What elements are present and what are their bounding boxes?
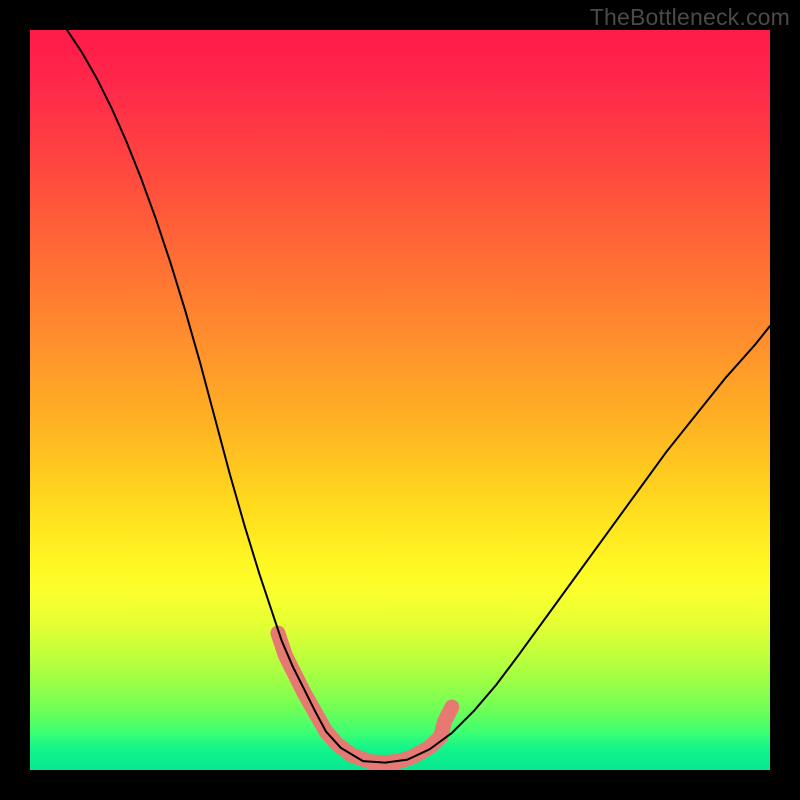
- bottleneck-curve: [67, 30, 770, 763]
- curve-layer: [30, 30, 770, 770]
- plot-area: [30, 30, 770, 770]
- watermark-text: TheBottleneck.com: [590, 4, 790, 31]
- chart-frame: TheBottleneck.com: [0, 0, 800, 800]
- highlight-marker-segment: [278, 633, 452, 763]
